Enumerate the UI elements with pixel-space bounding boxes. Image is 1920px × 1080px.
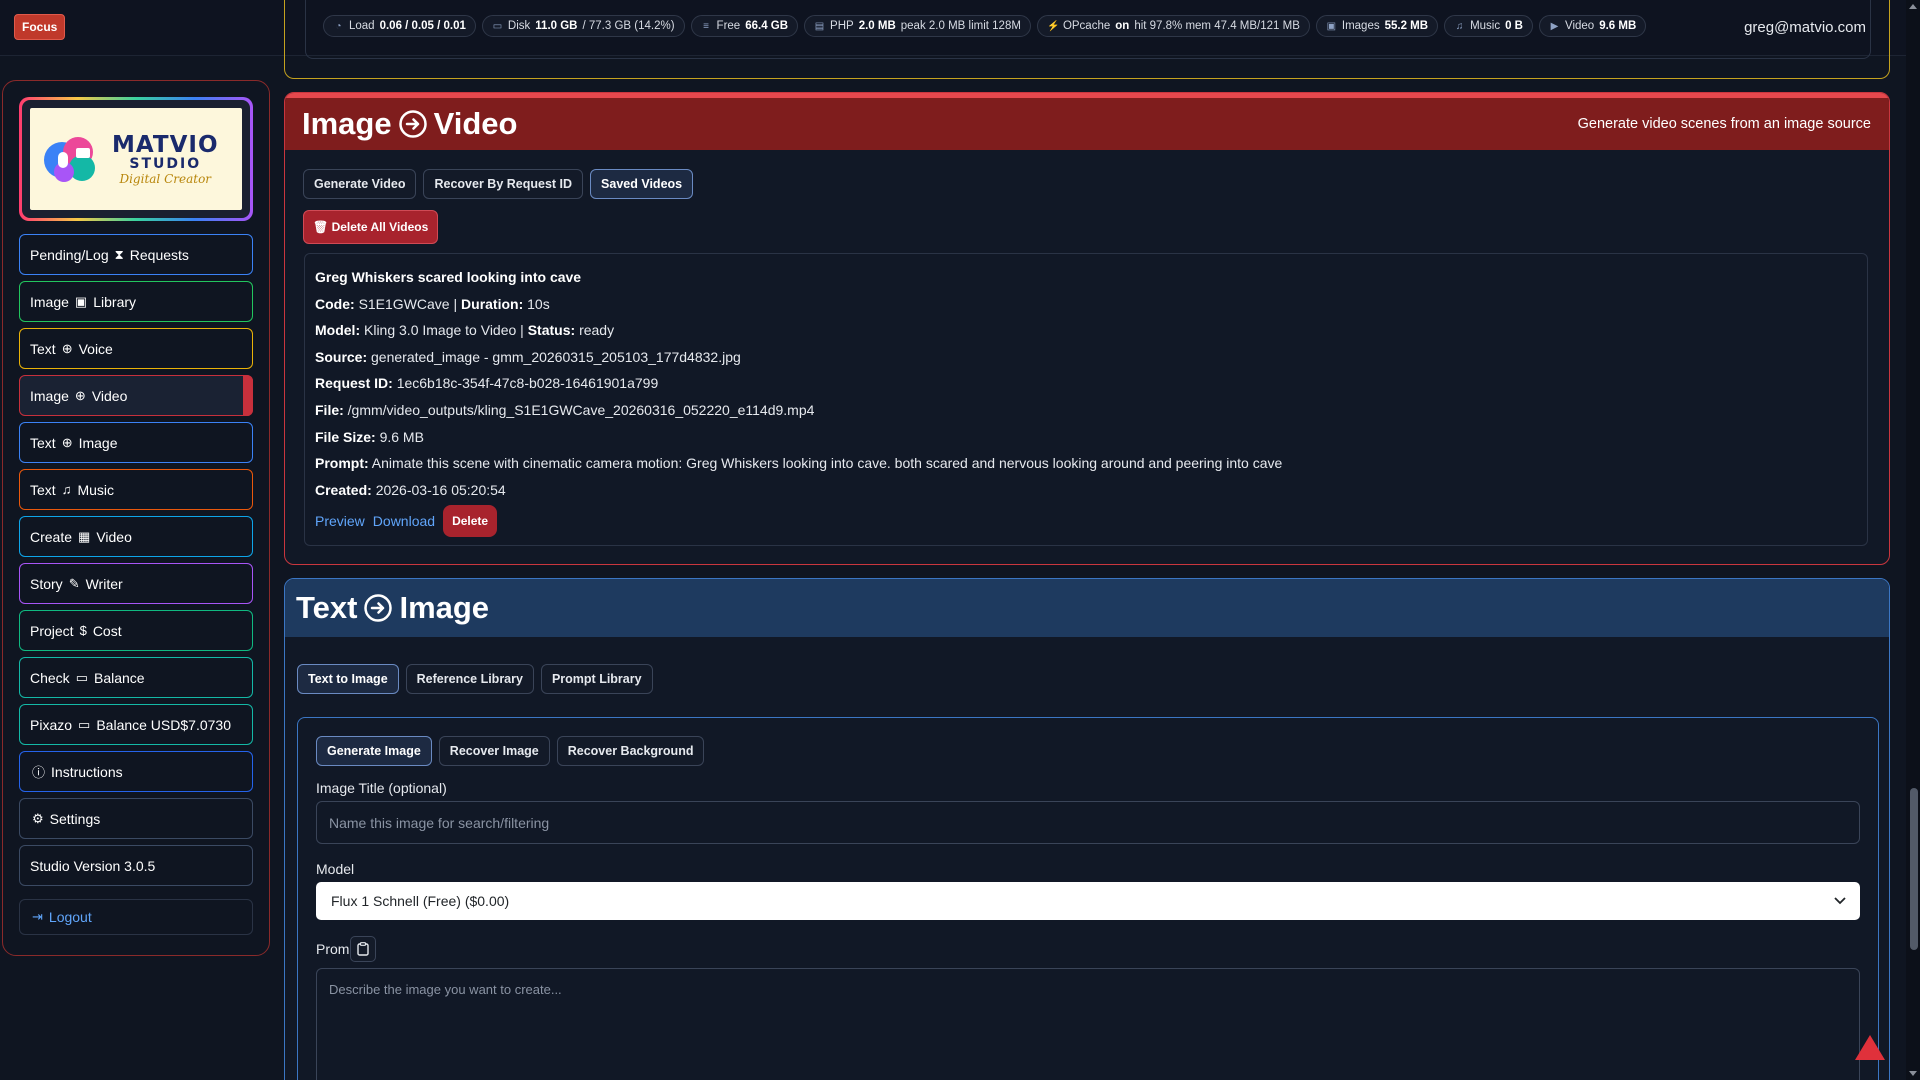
video-name: Greg Whiskers scared looking into cave (315, 269, 582, 285)
paste-prompt-button[interactable] (350, 936, 376, 962)
generate-image-form: Generate Image Recover Image Recover Bac… (297, 717, 1879, 1080)
sidebar-item-story-writer[interactable]: Story ✎ Writer (19, 563, 253, 604)
scroll-down-arrow[interactable] (1909, 1071, 1917, 1076)
image-title-label: Image Title (optional) (316, 780, 447, 796)
previous-card (284, 0, 1890, 79)
sidebar-item-text-voice[interactable]: Text ⊕ Voice (19, 328, 253, 369)
logo-subtitle: STUDIO (129, 156, 202, 172)
sidebar-item-settings[interactable]: ⚙ Settings (19, 798, 253, 839)
model-select[interactable]: Flux 1 Schnell (Free) ($0.00) (316, 882, 1860, 920)
tab-prompt-library[interactable]: Prompt Library (540, 664, 653, 694)
trash-icon: 🗑 (313, 220, 329, 234)
logo-script: Digital Creator (119, 172, 212, 186)
text-image-tabs: Text to Image Reference Library Prompt L… (297, 664, 653, 694)
info-icon: ⓘ (32, 765, 46, 780)
image-video-panel: Image Video Generate video scenes from a… (284, 92, 1890, 565)
tab-text-to-image[interactable]: Text to Image (297, 664, 399, 694)
tab-reference-library[interactable]: Reference Library (405, 664, 534, 694)
arrow-circle-icon: ⊕ (61, 434, 73, 450)
sidebar-item-version: Studio Version 3.0.5 (19, 845, 253, 886)
video-model: Kling 3.0 Image to Video (364, 322, 517, 339)
tab-saved-videos[interactable]: Saved Videos (590, 169, 694, 199)
download-link[interactable]: Download (373, 513, 435, 529)
back-to-top-button[interactable] (1855, 1035, 1885, 1060)
arrow-circle-icon (364, 594, 393, 622)
delete-video-button[interactable]: Delete (443, 505, 498, 538)
image-video-header: Image Video Generate video scenes from a… (285, 98, 1889, 150)
sidebar-item-project-cost[interactable]: Project $ Cost (19, 610, 253, 651)
film-icon: ▦ (78, 528, 91, 544)
video-file-path: /gmm/video_outputs/kling_S1E1GWCave_2026… (347, 401, 815, 418)
wallet-icon: ▭ (78, 716, 91, 732)
tab-generate-image[interactable]: Generate Image (316, 736, 432, 766)
sidebar: MATVIO STUDIO Digital Creator Pending/Lo… (2, 80, 270, 956)
video-code: S1E1GWCave (358, 295, 450, 312)
text-image-panel: Text Image Text to Image Reference Libra… (284, 578, 1890, 1080)
tab-recover-by-request-id[interactable]: Recover By Request ID (423, 169, 584, 199)
generate-image-subtabs: Generate Image Recover Image Recover Bac… (316, 736, 705, 766)
video-prompt: Animate this scene with cinematic camera… (371, 455, 1283, 472)
tab-generate-video[interactable]: Generate Video (303, 169, 417, 199)
sidebar-item-pixazo-balance[interactable]: Pixazo ▭ Balance USD$7.0730 (19, 704, 253, 745)
chevron-down-icon (1834, 897, 1846, 905)
sidebar-item-image-video[interactable]: Image ⊕ Video (19, 375, 253, 416)
prompt-textarea[interactable]: Describe the image you want to create... (316, 968, 1860, 1080)
video-source: generated_image - gmm_20260315_205103_17… (371, 348, 741, 365)
panel-title: Image Video (302, 106, 518, 141)
sidebar-item-text-music[interactable]: Text ♫ Music (19, 469, 253, 510)
logo[interactable]: MATVIO STUDIO Digital Creator (19, 97, 253, 221)
edit-icon: ✎ (68, 575, 80, 591)
image-video-tabs: Generate Video Recover By Request ID Sav… (303, 169, 694, 199)
image-title-input[interactable]: Name this image for search/filtering (316, 801, 1860, 844)
video-status: ready (579, 322, 615, 339)
saved-video-item: Greg Whiskers scared looking into cave C… (304, 253, 1868, 546)
logo-mark-icon (44, 137, 95, 182)
panel-title: Text Image (296, 590, 490, 625)
model-label: Model (316, 861, 355, 877)
dollar-icon: $ (79, 623, 87, 638)
video-created: 2026-03-16 05:20:54 (375, 481, 506, 498)
tab-recover-image[interactable]: Recover Image (438, 736, 550, 766)
music-list-icon: ♫ (61, 482, 72, 497)
logo-title: MATVIO (112, 132, 219, 158)
video-file-size: 9.6 MB (379, 428, 424, 445)
arrow-circle-icon: ⊕ (61, 340, 73, 356)
tab-recover-background[interactable]: Recover Background (556, 736, 705, 766)
panel-description: Generate video scenes from an image sour… (1577, 116, 1871, 132)
gear-icon: ⚙ (32, 810, 44, 826)
video-duration: 10s (527, 295, 550, 312)
sidebar-item-create-video[interactable]: Create ▦ Video (19, 516, 253, 557)
arrow-circle-icon: ⊕ (74, 387, 86, 403)
sidebar-item-text-image[interactable]: Text ⊕ Image (19, 422, 253, 463)
logout-link[interactable]: ⇥ Logout (19, 899, 253, 935)
scrollbar-thumb[interactable] (1910, 788, 1918, 950)
hourglass-icon: ⧗ (114, 246, 124, 262)
images-icon: ▣ (74, 293, 88, 309)
page-scrollbar[interactable] (1906, 0, 1920, 1080)
sidebar-item-check-balance[interactable]: Check ▭ Balance (19, 657, 253, 698)
delete-all-videos-button[interactable]: 🗑 Delete All Videos (303, 210, 439, 244)
scroll-up-arrow[interactable] (1909, 4, 1917, 9)
video-request-id: 1ec6b18c-354f-47c8-b028-16461901a799 (396, 375, 659, 392)
model-select-value: Flux 1 Schnell (Free) ($0.00) (331, 893, 510, 909)
focus-button[interactable]: Focus (14, 14, 66, 40)
clipboard-icon (357, 942, 369, 956)
sidebar-item-pending-log[interactable]: Pending/Log ⧗ Requests (19, 234, 253, 275)
arrow-circle-icon (398, 110, 427, 138)
preview-link[interactable]: Preview (315, 513, 365, 529)
wallet-icon: ▭ (75, 669, 88, 685)
logout-icon: ⇥ (32, 909, 43, 924)
text-image-header: Text Image (285, 579, 1889, 637)
sidebar-item-instructions[interactable]: ⓘ Instructions (19, 751, 253, 792)
sidebar-item-image-library[interactable]: Image ▣ Library (19, 281, 253, 322)
